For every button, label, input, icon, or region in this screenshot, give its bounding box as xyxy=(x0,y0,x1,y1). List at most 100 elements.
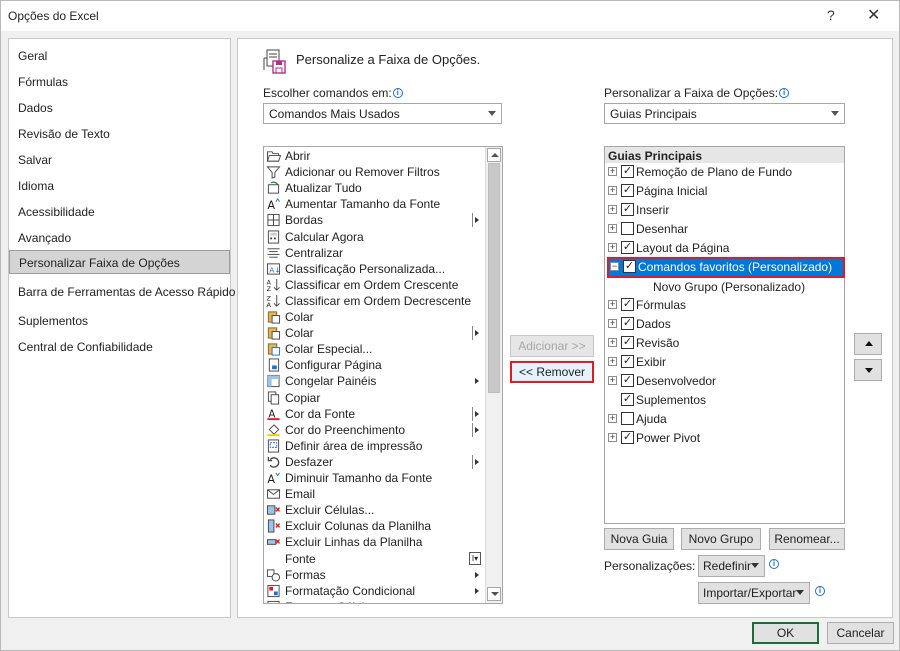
command-item[interactable]: Bordas xyxy=(264,212,486,228)
choose-commands-combo[interactable]: Comandos Mais Usados xyxy=(263,103,502,124)
expander-icon[interactable]: + xyxy=(608,205,617,214)
command-item[interactable]: Excluir Colunas da Planilha xyxy=(264,518,486,534)
command-item[interactable]: Excluir Células... xyxy=(264,502,486,518)
command-item[interactable]: Adicionar ou Remover Filtros xyxy=(264,164,486,180)
command-item[interactable]: Fonte I▾ xyxy=(264,551,486,567)
move-up-button[interactable] xyxy=(854,333,882,355)
nav-item[interactable]: Central de Confiabilidade xyxy=(9,335,230,359)
move-down-button[interactable] xyxy=(854,359,882,381)
customize-ribbon-combo[interactable]: Guias Principais xyxy=(604,103,845,124)
nav-item[interactable]: Avançado xyxy=(9,226,230,250)
new-group-button[interactable]: Novo Grupo xyxy=(681,528,761,550)
expander-icon[interactable]: + xyxy=(608,319,617,328)
ribbon-tab-node[interactable]: − ✓ Comandos favoritos (Personalizado) xyxy=(607,257,845,278)
tab-checkbox[interactable]: ✓ xyxy=(621,317,634,330)
close-button[interactable]: ✕ xyxy=(867,5,880,25)
scroll-thumb[interactable] xyxy=(488,163,500,393)
nav-item[interactable]: Revisão de Texto xyxy=(9,122,230,146)
scroll-down-button[interactable] xyxy=(487,587,501,601)
tab-checkbox[interactable]: ✓ xyxy=(621,393,634,406)
reset-dropdown[interactable]: Redefinir xyxy=(698,555,765,577)
tab-checkbox[interactable]: ✓ xyxy=(621,336,634,349)
nav-item[interactable]: Acessibilidade xyxy=(9,200,230,224)
tab-checkbox[interactable]: ✓ xyxy=(621,431,634,444)
command-item[interactable]: Formatar Células xyxy=(264,599,486,603)
command-item[interactable]: Excluir Linhas da Planilha xyxy=(264,534,486,550)
ribbon-tab-node[interactable]: + Ajuda xyxy=(605,410,844,428)
command-item[interactable]: Colar Especial... xyxy=(264,341,486,357)
ribbon-tabs-tree[interactable]: Guias Principais + ✓ Remoção de Plano de F… xyxy=(604,146,845,524)
command-item[interactable]: Z A Classificar em Ordem Decrescente xyxy=(264,293,486,309)
expander-icon[interactable]: + xyxy=(608,186,617,195)
command-item[interactable]: Abrir xyxy=(264,148,486,164)
tab-checkbox[interactable]: ✓ xyxy=(621,355,634,368)
info-icon[interactable]: i xyxy=(815,586,825,596)
expander-icon[interactable]: + xyxy=(608,224,617,233)
ribbon-tab-node[interactable]: + ✓ Inserir xyxy=(605,201,844,219)
ribbon-tab-node[interactable]: Novo Grupo (Personalizado) xyxy=(605,278,844,296)
command-item[interactable]: Copiar xyxy=(264,390,486,406)
nav-item[interactable]: Dados xyxy=(9,96,230,120)
ok-button[interactable]: OK xyxy=(752,622,819,644)
expander-icon[interactable]: + xyxy=(608,300,617,309)
tab-checkbox[interactable]: ✓ xyxy=(621,203,634,216)
ribbon-tab-node[interactable]: + ✓ Remoção de Plano de Fundo xyxy=(605,163,844,181)
expander-icon[interactable]: + xyxy=(608,357,617,366)
ribbon-tab-node[interactable]: + ✓ Revisão xyxy=(605,334,844,352)
command-item[interactable]: Atualizar Tudo xyxy=(264,180,486,196)
tab-checkbox[interactable]: ✓ xyxy=(621,241,634,254)
info-icon[interactable]: i xyxy=(392,88,403,98)
cancel-button[interactable]: Cancelar xyxy=(827,622,894,644)
expander-icon[interactable]: + xyxy=(608,376,617,385)
scroll-up-button[interactable] xyxy=(487,148,501,162)
command-item[interactable]: Desfazer xyxy=(264,454,486,470)
nav-item[interactable]: Fórmulas xyxy=(9,70,230,94)
command-item[interactable]: Email xyxy=(264,486,486,502)
info-icon[interactable]: i xyxy=(769,559,779,569)
add-button[interactable]: Adicionar >> xyxy=(510,335,594,357)
ribbon-tab-node[interactable]: ✓ Suplementos xyxy=(605,391,844,409)
command-item[interactable]: Centralizar xyxy=(264,245,486,261)
ribbon-tab-node[interactable]: + Desenhar xyxy=(605,220,844,238)
new-tab-button[interactable]: Nova Guia xyxy=(604,528,674,550)
tab-checkbox[interactable] xyxy=(621,222,634,235)
remove-button[interactable]: << Remover xyxy=(510,361,594,383)
expander-icon[interactable]: − xyxy=(610,262,619,271)
import-export-dropdown[interactable]: Importar/Exportar xyxy=(698,582,810,604)
command-item[interactable]: Colar xyxy=(264,309,486,325)
ribbon-tab-node[interactable]: + ✓ Layout da Página xyxy=(605,239,844,257)
command-item[interactable]: A Cor da Fonte xyxy=(264,406,486,422)
tab-checkbox[interactable]: ✓ xyxy=(621,184,634,197)
ribbon-tab-node[interactable]: + ✓ Exibir xyxy=(605,353,844,371)
nav-item[interactable]: Suplementos xyxy=(9,309,230,333)
help-button[interactable]: ? xyxy=(827,7,835,23)
expander-icon[interactable]: + xyxy=(608,414,617,423)
tab-checkbox[interactable]: ✓ xyxy=(621,374,634,387)
expander-icon[interactable]: + xyxy=(608,243,617,252)
command-item[interactable]: A Diminuir Tamanho da Fonte xyxy=(264,470,486,486)
nav-item[interactable]: Idioma xyxy=(9,174,230,198)
expander-icon[interactable]: + xyxy=(608,338,617,347)
command-item[interactable]: A Aumentar Tamanho da Fonte xyxy=(264,196,486,212)
rename-button[interactable]: Renomear... xyxy=(769,528,845,550)
tab-checkbox[interactable]: ✓ xyxy=(621,298,634,311)
tab-checkbox[interactable]: ✓ xyxy=(623,260,636,273)
command-item[interactable]: Formatação Condicional xyxy=(264,583,486,599)
ribbon-tab-node[interactable]: + ✓ Power Pivot xyxy=(605,429,844,447)
command-item[interactable]: Colar xyxy=(264,325,486,341)
nav-item[interactable]: Personalizar Faixa de Opções xyxy=(9,250,230,274)
command-item[interactable]: Configurar Página xyxy=(264,357,486,373)
nav-item[interactable]: Barra de Ferramentas de Acesso Rápido xyxy=(9,280,235,304)
command-item[interactable]: Formas xyxy=(264,567,486,583)
command-item[interactable]: Congelar Painéis xyxy=(264,373,486,389)
ribbon-tab-node[interactable]: + ✓ Dados xyxy=(605,315,844,333)
info-icon[interactable]: i xyxy=(779,88,790,98)
command-item[interactable]: A↓ Classificação Personalizada... xyxy=(264,261,486,277)
command-item[interactable]: Calcular Agora xyxy=(264,229,486,245)
ribbon-tab-node[interactable]: + ✓ Fórmulas xyxy=(605,296,844,314)
nav-item[interactable]: Salvar xyxy=(9,148,230,172)
ribbon-tab-node[interactable]: + ✓ Página Inicial xyxy=(605,182,844,200)
ribbon-tab-node[interactable]: + ✓ Desenvolvedor xyxy=(605,372,844,390)
expander-icon[interactable]: + xyxy=(608,433,617,442)
commands-list-scrollbar[interactable] xyxy=(485,147,502,603)
